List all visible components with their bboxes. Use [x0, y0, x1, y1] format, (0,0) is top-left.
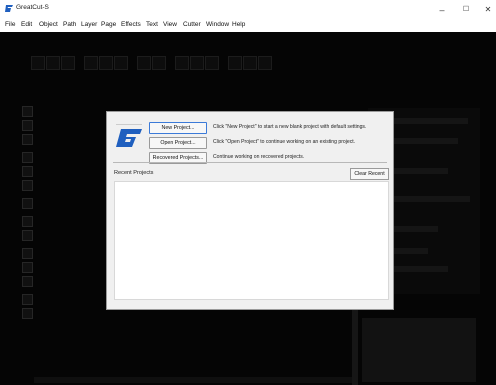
horizontal-scrollbar[interactable] [34, 377, 352, 383]
menu-view[interactable]: View [163, 21, 177, 28]
toolbar-icon[interactable] [84, 56, 98, 70]
bottom-panel [362, 318, 476, 382]
tool-button[interactable] [22, 276, 33, 287]
menu-bar: File Edit Object Path Layer Page Effects… [0, 20, 496, 32]
tool-button[interactable] [22, 120, 33, 131]
menu-edit[interactable]: Edit [21, 21, 32, 28]
greatcut-logo-icon [116, 129, 142, 147]
open-project-button[interactable]: Open Project... [149, 137, 207, 149]
menu-layer[interactable]: Layer [81, 21, 97, 28]
close-button[interactable]: ✕ [477, 3, 496, 17]
menu-effects[interactable]: Effects [121, 21, 141, 28]
toolbar-icon[interactable] [152, 56, 166, 70]
toolbar-icon[interactable] [99, 56, 113, 70]
tool-button[interactable] [22, 262, 33, 273]
menu-path[interactable]: Path [63, 21, 76, 28]
toolbar-icon[interactable] [228, 56, 242, 70]
new-project-description: Click "New Project" to start a new blank… [213, 124, 367, 130]
menu-file[interactable]: File [5, 21, 15, 28]
toolbar-icon[interactable] [258, 56, 272, 70]
recent-projects-label: Recent Projects [114, 170, 154, 176]
tool-button[interactable] [22, 216, 33, 227]
toolbar-icon[interactable] [61, 56, 75, 70]
tool-button[interactable] [22, 294, 33, 305]
dialog-divider [113, 162, 387, 163]
menu-text[interactable]: Text [146, 21, 158, 28]
toolbar-icon[interactable] [243, 56, 257, 70]
start-dialog: New Project... Click "New Project" to st… [106, 111, 394, 310]
tool-button[interactable] [22, 248, 33, 259]
tool-button[interactable] [22, 134, 33, 145]
clear-recent-button[interactable]: Clear Recent [350, 168, 389, 180]
toolbar-icon[interactable] [31, 56, 45, 70]
menu-object[interactable]: Object [39, 21, 58, 28]
toolbar-icon[interactable] [205, 56, 219, 70]
tool-button[interactable] [22, 166, 33, 177]
app-logo-icon [5, 5, 13, 12]
tool-button[interactable] [22, 230, 33, 241]
maximize-button[interactable]: ☐ [455, 3, 477, 17]
new-project-button[interactable]: New Project... [149, 122, 207, 134]
toolbar-icon[interactable] [114, 56, 128, 70]
toolbar-icon[interactable] [175, 56, 189, 70]
tool-button[interactable] [22, 152, 33, 163]
title-bar: GreatCut-S – ☐ ✕ [0, 0, 496, 22]
window-title: GreatCut-S [16, 4, 49, 11]
toolbar-icon[interactable] [137, 56, 151, 70]
tool-button[interactable] [22, 198, 33, 209]
menu-help[interactable]: Help [232, 21, 245, 28]
vertical-scrollbar[interactable] [352, 306, 358, 385]
open-project-description: Click "Open Project" to continue working… [213, 139, 356, 145]
menu-page[interactable]: Page [101, 21, 116, 28]
logo-divider [116, 124, 142, 125]
menu-cutter[interactable]: Cutter [183, 21, 201, 28]
toolbar-icon[interactable] [46, 56, 60, 70]
menu-window[interactable]: Window [206, 21, 229, 28]
recent-projects-list[interactable] [114, 181, 389, 300]
minimize-button[interactable]: – [431, 3, 453, 17]
toolbar-icon[interactable] [190, 56, 204, 70]
tool-button[interactable] [22, 308, 33, 319]
tool-button[interactable] [22, 180, 33, 191]
tool-button[interactable] [22, 106, 33, 117]
recovered-projects-description: Continue working on recovered projects. [213, 154, 305, 160]
